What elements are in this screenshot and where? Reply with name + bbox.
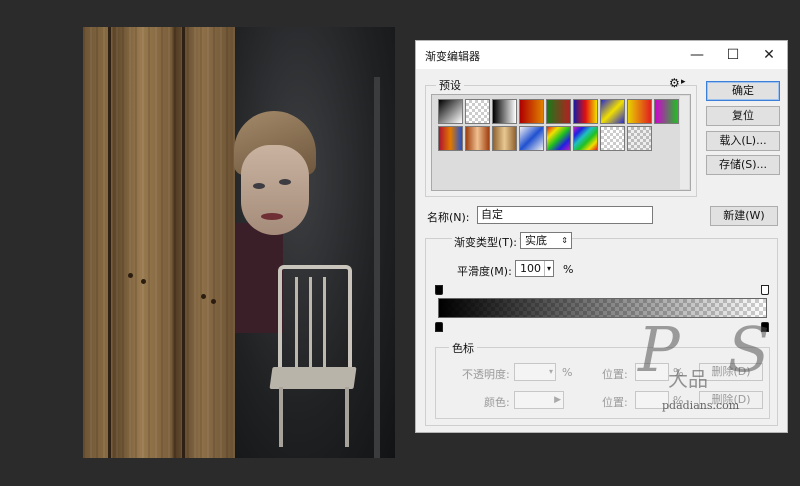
plank-gap [108, 27, 111, 458]
preset-swatch[interactable] [492, 99, 517, 124]
opacity-stop-right[interactable] [761, 285, 769, 295]
preset-swatch[interactable] [546, 126, 571, 151]
presets-label: 预设 [436, 77, 464, 93]
smoothness-label: 平滑度(M): [457, 265, 512, 278]
gradient-editor-dialog: 渐变编辑器 — ☐ ✕ 预设 ⚙ ▸ 确定 复位 载入(L)... 存储(S).… [415, 40, 788, 433]
title-bar[interactable]: 渐变编辑器 — ☐ ✕ [416, 41, 787, 69]
gradient-type-value: 实底 [525, 234, 547, 247]
new-button[interactable]: 新建(W) [710, 206, 778, 226]
chair-seat [269, 367, 357, 389]
preset-swatch[interactable] [627, 126, 652, 151]
color-label: 颜色: [484, 396, 510, 409]
opacity-input: ▾ [514, 363, 556, 381]
name-field[interactable]: 自定 [477, 206, 653, 224]
preset-swatch[interactable] [438, 99, 463, 124]
watermark-url: pdadians.com [662, 399, 740, 412]
color-stops-label: 色标 [449, 340, 477, 356]
maximize-icon[interactable]: ☐ [715, 41, 751, 69]
preset-swatch[interactable] [465, 126, 490, 151]
preset-swatch[interactable] [519, 99, 544, 124]
opacity-label: 不透明度: [462, 368, 510, 381]
updown-arrow-icon: ⇕ [561, 236, 568, 245]
preset-swatch[interactable] [546, 99, 571, 124]
chevron-down-icon[interactable]: ▾ [543, 261, 551, 276]
child-lips [261, 213, 283, 220]
nail [211, 299, 216, 304]
opacity-stop-left[interactable] [435, 285, 443, 295]
save-button[interactable]: 存储(S)... [706, 155, 780, 175]
color-swatch-input: ▶ [514, 391, 564, 409]
gradient-type-label: 渐变类型(T): [452, 234, 520, 250]
child-eye [279, 179, 291, 185]
load-button[interactable]: 载入(L)... [706, 131, 780, 151]
chair-back [278, 265, 352, 377]
minimize-icon[interactable]: — [679, 41, 715, 69]
nail [201, 294, 206, 299]
presets-list[interactable] [431, 94, 691, 191]
chair-leg [345, 387, 349, 447]
name-label: 名称(N): [427, 211, 470, 224]
child-face [241, 145, 309, 235]
ok-button[interactable]: 确定 [706, 81, 780, 101]
reset-button[interactable]: 复位 [706, 106, 780, 126]
preset-swatch[interactable] [627, 99, 652, 124]
color-stop-left[interactable] [435, 322, 443, 332]
preset-swatch[interactable] [465, 99, 490, 124]
nail [128, 273, 133, 278]
chair-rail [323, 277, 326, 373]
watermark-logo-text: 大品 [668, 367, 708, 391]
opacity-percent: % [562, 366, 573, 379]
chevron-down-icon: ▾ [548, 367, 553, 376]
child-eye [253, 183, 265, 189]
opacity-location-label: 位置: [602, 368, 628, 381]
preset-swatch[interactable] [600, 126, 625, 151]
smoothness-input[interactable]: 100 ▾ [515, 260, 554, 277]
presets-scrollbar[interactable] [680, 96, 689, 189]
preset-swatch[interactable] [492, 126, 517, 151]
chair-leg [279, 387, 283, 447]
triangle-right-icon: ▶ [554, 395, 561, 405]
preset-swatch[interactable] [438, 126, 463, 151]
chair-rail [309, 277, 312, 373]
door-frame [374, 77, 380, 458]
preset-swatch[interactable] [573, 126, 598, 151]
plank-gap [182, 27, 185, 458]
smoothness-unit: % [563, 263, 574, 276]
chair-rail [295, 277, 298, 373]
preset-swatch[interactable] [654, 99, 679, 124]
ps-watermark: P S [638, 313, 784, 386]
gradient-type-select[interactable]: 实底 ⇕ [520, 232, 572, 249]
document-canvas[interactable] [83, 27, 395, 458]
gear-icon[interactable]: ⚙ [669, 76, 680, 90]
preset-swatch[interactable] [600, 99, 625, 124]
smoothness-value: 100 [520, 262, 541, 275]
preset-swatch[interactable] [573, 99, 598, 124]
color-location-label: 位置: [602, 396, 628, 409]
child-shirt [235, 223, 283, 333]
chevron-right-icon[interactable]: ▸ [681, 77, 686, 87]
preset-swatch[interactable] [519, 126, 544, 151]
close-icon[interactable]: ✕ [751, 41, 787, 69]
nail [141, 279, 146, 284]
wooden-door-photo [83, 27, 235, 458]
dialog-title: 渐变编辑器 [425, 50, 480, 63]
